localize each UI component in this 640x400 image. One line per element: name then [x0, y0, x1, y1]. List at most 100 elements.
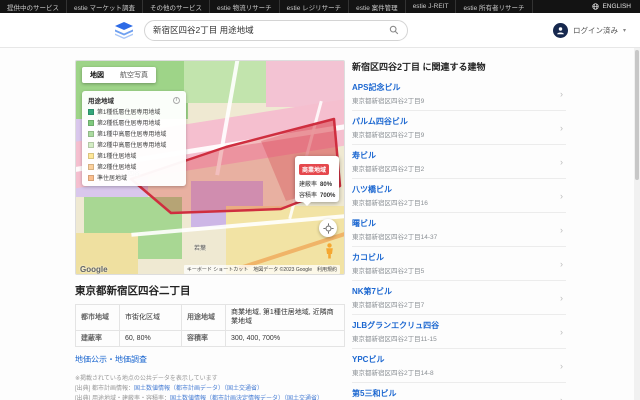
- legend-color-chip: [88, 120, 94, 126]
- tooltip-bcr: 建蔽率80%: [299, 179, 335, 188]
- chevron-right-icon: ›: [560, 293, 563, 303]
- map-place-label: 若葉: [194, 243, 206, 252]
- building-list-item[interactable]: YPCビル 東京都新宿区四谷2丁目14-8 ›: [352, 349, 566, 383]
- legend-color-chip: [88, 109, 94, 115]
- tooltip-far: 容積率700%: [299, 190, 335, 199]
- map-canvas[interactable]: 四谷 若葉 地図 航空写真 用途地域 i 第1種低層住居専用地域 第2種低層住居…: [75, 60, 345, 275]
- legend-color-chip: [88, 131, 94, 137]
- estie-logo[interactable]: [113, 22, 135, 39]
- cell-value: 商業地域, 第1種住居地域, 近隣商業地域: [226, 305, 345, 331]
- chevron-right-icon: ›: [560, 395, 563, 400]
- chevron-right-icon: ›: [560, 157, 563, 167]
- nav-item-market-research[interactable]: estie マーケット調査: [67, 0, 143, 13]
- cell-label: 建蔽率: [76, 330, 120, 346]
- nav-item-owner-research[interactable]: estie 所有者リサーチ: [456, 0, 532, 13]
- nav-item-deal-management[interactable]: estie 案件管理: [349, 0, 406, 13]
- logo-icon: [113, 22, 135, 39]
- building-list-item[interactable]: NK第7ビル 東京都新宿区四谷2丁目7 ›: [352, 281, 566, 315]
- building-list-item[interactable]: 寿ビル 東京都新宿区四谷2丁目2 ›: [352, 145, 566, 179]
- legend-item: 第1種低層住居専用地域: [88, 107, 180, 116]
- nav-item-jreit[interactable]: estie J-REIT: [406, 0, 457, 13]
- current-location-button[interactable]: [319, 219, 337, 237]
- pegman-figure: [325, 243, 334, 259]
- chevron-right-icon: ›: [560, 191, 563, 201]
- chevron-right-icon: ›: [560, 123, 563, 133]
- nav-item-logistics[interactable]: estie 物流リサーチ: [210, 0, 280, 13]
- nav-item-other-services[interactable]: その他のサービス: [143, 0, 210, 13]
- source-link[interactable]: 国土数値情報（都市計画決定情報データ）（国土交通省）: [170, 396, 323, 400]
- note-line: ※掲載されている地点の公共データを表示しています: [75, 375, 345, 385]
- cell-label: 都市地域: [76, 305, 120, 331]
- page-scrollbar[interactable]: [634, 48, 640, 400]
- search-bar: [144, 20, 408, 41]
- account-area[interactable]: ログイン済み ▾: [553, 23, 626, 38]
- zoning-tooltip: 商業地域 建蔽率80% 容積率700%: [295, 156, 339, 202]
- scrollbar-thumb[interactable]: [635, 50, 639, 180]
- crosshair-icon: [323, 223, 334, 234]
- source-line: [出典] 用途地域・建蔽率・容積率：国土数値情報（都市計画決定情報データ）（国土…: [75, 395, 345, 400]
- chevron-right-icon: ›: [560, 361, 563, 371]
- source-link[interactable]: 国土数値情報（都市計画データ）（国土交通省）: [134, 386, 263, 392]
- top-service-bar: 提供中のサービス estie マーケット調査 その他のサービス estie 物流…: [0, 0, 640, 13]
- legend-item: 第2種住居地域: [88, 162, 180, 171]
- globe-icon: [592, 3, 599, 10]
- related-buildings-panel: 新宿区四谷2丁目 に関連する建物 APS記念ビル 東京都新宿区四谷2丁目9 › …: [352, 60, 566, 400]
- legend-item: 第2種低層住居専用地域: [88, 118, 180, 127]
- user-icon: [556, 26, 565, 35]
- avatar[interactable]: [553, 23, 568, 38]
- zoning-legend: 用途地域 i 第1種低層住居専用地域 第2種低層住居専用地域 第1種中高層住居専…: [82, 91, 186, 186]
- building-list-item[interactable]: 八ツ橋ビル 東京都新宿区四谷2丁目16 ›: [352, 179, 566, 213]
- area-title: 東京都新宿区四谷二丁目: [75, 283, 345, 298]
- chevron-right-icon: ›: [560, 327, 563, 337]
- info-icon[interactable]: i: [173, 97, 180, 104]
- keyboard-shortcuts-link[interactable]: キーボード ショートカット: [187, 266, 248, 273]
- chevron-right-icon: ›: [560, 225, 563, 235]
- terms-link[interactable]: 利用規約: [317, 266, 337, 273]
- legend-color-chip: [88, 164, 94, 170]
- building-list-item[interactable]: APS記念ビル 東京都新宿区四谷2丁目9 ›: [352, 77, 566, 111]
- legend-color-chip: [88, 175, 94, 181]
- zoning-info-table: 都市地域 市街化区域 用途地域 商業地域, 第1種住居地域, 近隣商業地域 建蔽…: [75, 304, 345, 347]
- area-detail-section: 東京都新宿区四谷二丁目 都市地域 市街化区域 用途地域 商業地域, 第1種住居地…: [75, 283, 345, 400]
- data-source-notes: ※掲載されている地点の公共データを表示しています [出典] 都市計画情報：国土数…: [75, 375, 345, 400]
- legend-item: 第2種中高層住居専用地域: [88, 140, 180, 149]
- source-line: [出典] 都市計画情報：国土数値情報（都市計画データ）（国土交通省）: [75, 385, 345, 395]
- building-list-item[interactable]: JLBグランエクリュ四谷 東京都新宿区四谷2丁目11-15 ›: [352, 315, 566, 349]
- cell-value: 市街化区域: [120, 305, 182, 331]
- legend-item: 第1種中高層住居専用地域: [88, 129, 180, 138]
- building-list-item[interactable]: 第5三和ビル 東京都新宿区四谷2丁目9 ›: [352, 383, 566, 400]
- nav-item-residential[interactable]: estie レジリサーチ: [280, 0, 350, 13]
- search-input[interactable]: [153, 25, 389, 35]
- search-icon[interactable]: [389, 25, 399, 35]
- google-logo: Google: [80, 265, 108, 274]
- map-type-switcher: 地図 航空写真: [82, 67, 156, 83]
- legend-item: 第1種住居地域: [88, 151, 180, 160]
- table-row: 都市地域 市街化区域 用途地域 商業地域, 第1種住居地域, 近隣商業地域: [76, 305, 345, 331]
- satellite-view-button[interactable]: 航空写真: [112, 67, 156, 83]
- legend-title: 用途地域: [88, 95, 114, 105]
- building-list-item[interactable]: パルム四谷ビル 東京都新宿区四谷2丁目9 ›: [352, 111, 566, 145]
- topbar-spacer: [533, 0, 584, 13]
- land-price-link[interactable]: 地価公示・地価調査: [75, 354, 147, 365]
- cell-label: 用途地域: [182, 305, 226, 331]
- cell-value: 60, 80%: [120, 330, 182, 346]
- table-row: 建蔽率 60, 80% 容積率 300, 400, 700%: [76, 330, 345, 346]
- map-view-button[interactable]: 地図: [82, 67, 112, 83]
- legend-item: 準住居地域: [88, 173, 180, 182]
- pegman-icon[interactable]: [325, 243, 334, 264]
- map-attribution: Google キーボード ショートカット 地図データ ©2023 Google …: [76, 264, 344, 274]
- app-header: ログイン済み ▾: [0, 13, 640, 48]
- chevron-down-icon[interactable]: ▾: [623, 27, 626, 34]
- cell-label: 容積率: [182, 330, 226, 346]
- legend-color-chip: [88, 142, 94, 148]
- cell-value: 300, 400, 700%: [226, 330, 345, 346]
- nav-item-services[interactable]: 提供中のサービス: [0, 0, 67, 13]
- building-list-item[interactable]: カコビル 東京都新宿区四谷2丁目5 ›: [352, 247, 566, 281]
- chevron-right-icon: ›: [560, 89, 563, 99]
- legend-color-chip: [88, 153, 94, 159]
- related-title: 新宿区四谷2丁目 に関連する建物: [352, 60, 566, 77]
- main-content: 四谷 若葉 地図 航空写真 用途地域 i 第1種低層住居専用地域 第2種低層住居…: [0, 48, 640, 400]
- building-list-item[interactable]: 曙ビル 東京都新宿区四谷2丁目14-37 ›: [352, 213, 566, 247]
- language-switcher[interactable]: ENGLISH: [583, 0, 640, 13]
- tooltip-zone-badge: 商業地域: [299, 164, 329, 175]
